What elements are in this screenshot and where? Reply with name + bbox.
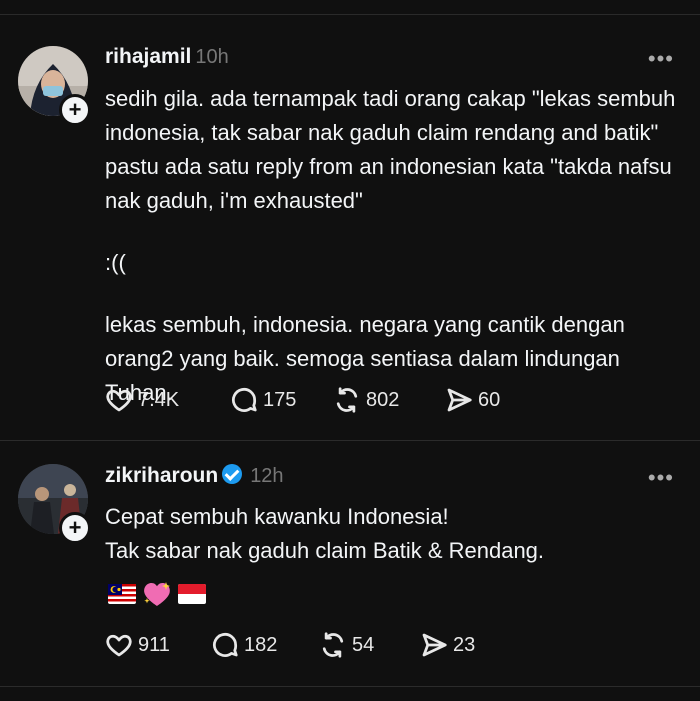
like-count: 7.4K [138, 388, 180, 411]
username[interactable]: zikriharoun [105, 464, 218, 487]
like-count: 911 [138, 633, 170, 656]
repost-count: 54 [352, 633, 375, 656]
share-button[interactable]: 60 [444, 385, 500, 415]
share-count: 23 [453, 633, 476, 656]
post-actions: 7.4K 175 802 60 [104, 385, 500, 415]
indonesia-flag-icon [178, 584, 206, 604]
reply-button[interactable]: 175 [229, 385, 332, 415]
heart-icon [106, 634, 132, 657]
post-paragraph: :(( [105, 250, 126, 275]
repost-icon [322, 632, 344, 658]
more-options-icon[interactable]: ••• [648, 465, 674, 491]
follow-plus-icon[interactable]: + [59, 94, 91, 126]
follow-plus-icon[interactable]: + [59, 512, 91, 544]
repost-count: 802 [366, 388, 400, 411]
post-body: sedih gila. ada ternampak tadi orang cak… [105, 82, 680, 410]
comment-icon [213, 633, 238, 657]
top-divider [0, 14, 700, 15]
verified-badge-icon [222, 464, 243, 484]
malaysia-flag-icon [108, 584, 136, 604]
emoji-row [108, 580, 206, 608]
more-options-icon[interactable]: ••• [648, 46, 674, 72]
post-header: rihajamil 10h [105, 45, 229, 69]
post-paragraph: sedih gila. ada ternampak tadi orang cak… [105, 86, 676, 213]
post-divider [0, 686, 700, 687]
share-button[interactable]: 23 [419, 630, 475, 660]
reply-count: 175 [263, 388, 297, 411]
post-header: zikriharoun 12h [105, 464, 284, 488]
like-button[interactable]: 911 [104, 630, 210, 660]
post-paragraph: Tak sabar nak gaduh claim Batik & Rendan… [105, 538, 545, 563]
repost-button[interactable]: 802 [332, 385, 444, 415]
repost-button[interactable]: 54 [318, 630, 419, 660]
post-body: Cepat sembuh kawanku Indonesia! Tak saba… [105, 500, 680, 568]
heart-icon [106, 389, 132, 412]
post-paragraph: Cepat sembuh kawanku Indonesia! [105, 504, 449, 529]
repost-icon [336, 387, 358, 413]
sparkling-heart-icon [144, 582, 170, 606]
post-actions: 911 182 54 23 [104, 630, 475, 660]
post-divider [0, 440, 700, 441]
like-button[interactable]: 7.4K [104, 385, 229, 415]
send-icon [447, 388, 472, 412]
share-count: 60 [478, 388, 501, 411]
timestamp: 12h [250, 465, 284, 487]
username[interactable]: rihajamil [105, 45, 191, 68]
send-icon [422, 633, 447, 657]
timestamp: 10h [195, 46, 229, 68]
reply-button[interactable]: 182 [210, 630, 318, 660]
comment-icon [232, 388, 257, 412]
reply-count: 182 [244, 633, 278, 656]
